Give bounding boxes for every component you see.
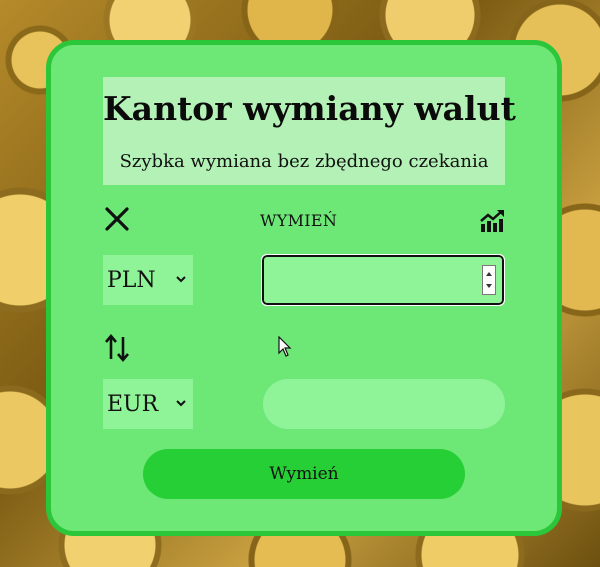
to-currency-select[interactable]: EUR xyxy=(103,379,193,429)
to-currency-value: EUR xyxy=(107,391,159,417)
chevron-down-icon xyxy=(176,400,186,407)
close-icon[interactable] xyxy=(103,205,131,233)
stepper-up-icon[interactable] xyxy=(486,272,492,276)
page-title: Kantor wymiany walut xyxy=(103,89,516,128)
chevron-down-icon xyxy=(176,276,186,283)
exchange-card: Kantor wymiany walut Szybka wymiana bez … xyxy=(46,40,562,536)
stepper-down-icon[interactable] xyxy=(486,284,492,288)
exchange-heading: WYMIEŃ xyxy=(260,211,338,230)
from-currency-value: PLN xyxy=(107,267,156,293)
header-banner: Kantor wymiany walut Szybka wymiana bez … xyxy=(103,77,516,185)
amount-input[interactable] xyxy=(261,254,505,306)
mouse-cursor-icon xyxy=(278,336,292,357)
swap-vertical-icon[interactable] xyxy=(103,333,131,363)
exchange-button[interactable]: Wymień xyxy=(143,449,465,499)
page-subtitle: Szybka wymiana bez zbędnego czekania xyxy=(119,151,489,172)
result-field xyxy=(263,379,505,429)
amount-stepper[interactable] xyxy=(482,265,496,295)
trending-chart-icon[interactable] xyxy=(479,209,505,233)
from-currency-select[interactable]: PLN xyxy=(103,255,193,305)
